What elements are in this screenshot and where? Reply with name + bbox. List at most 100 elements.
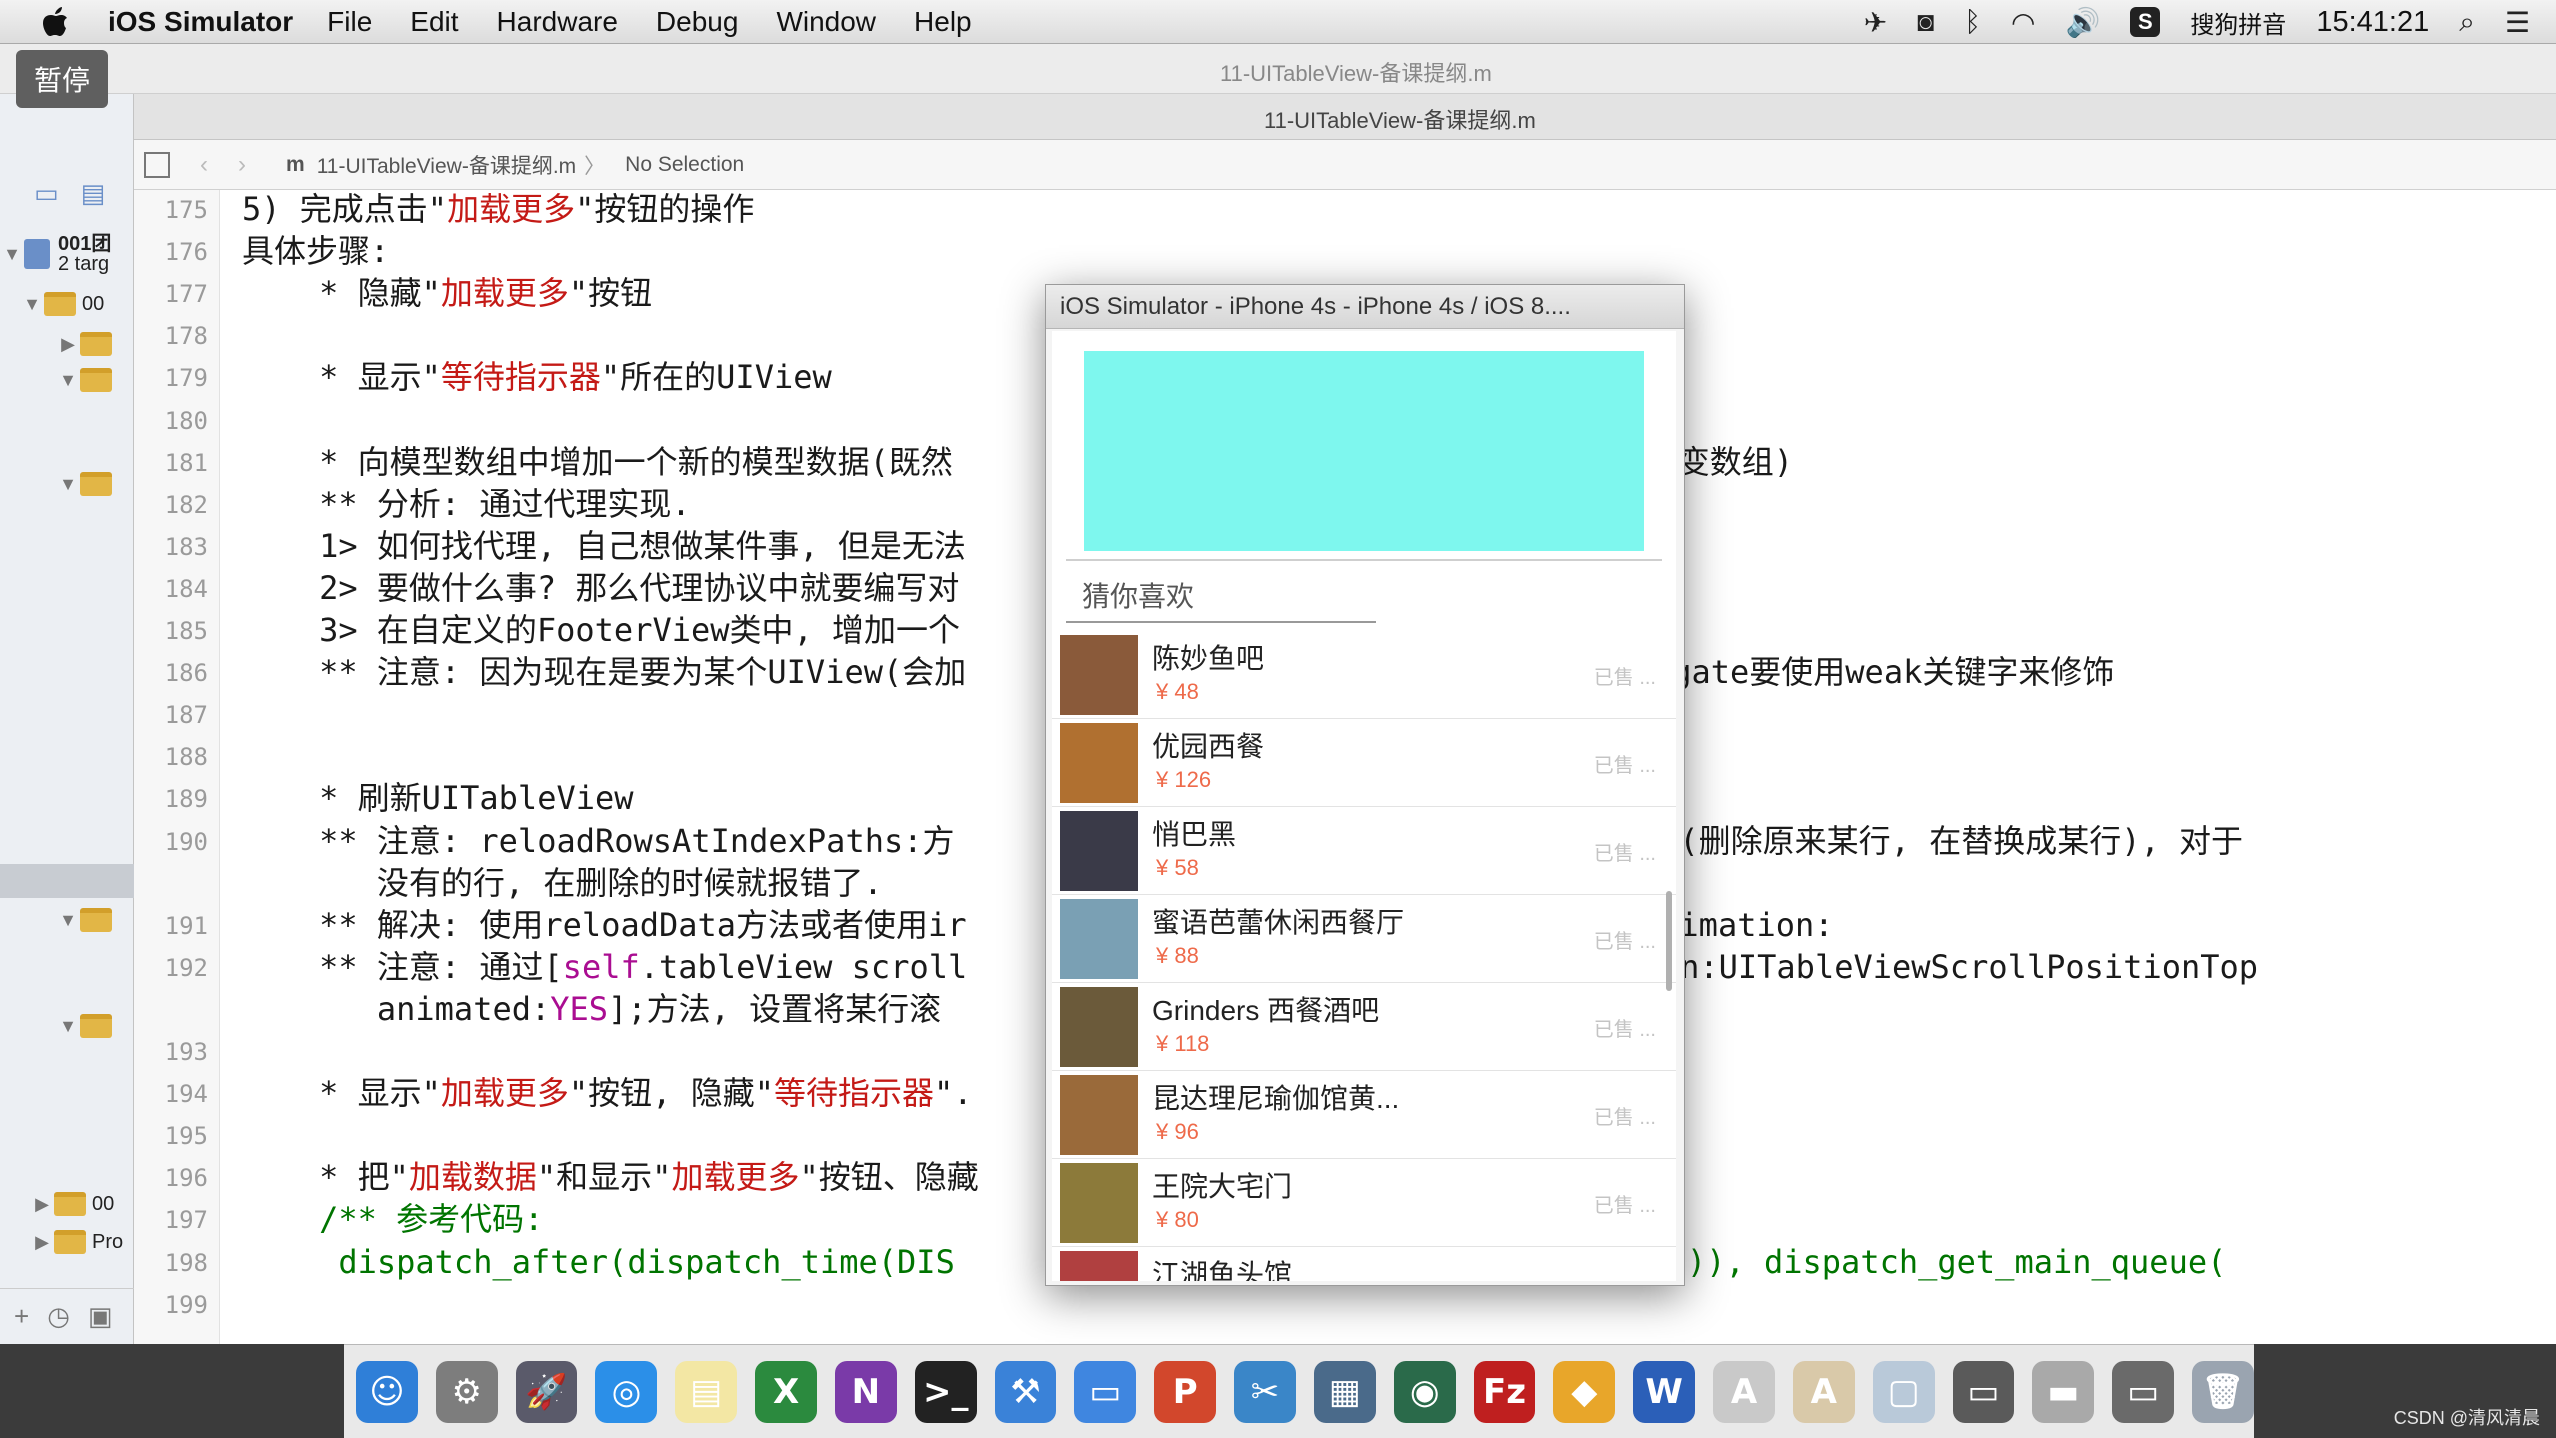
line-number: 198: [164, 1248, 208, 1277]
simulator-screen[interactable]: 猜你喜欢 陈妙鱼吧 ¥ 48 已售 ... 优园西餐 ¥ 126 已售 ... 悄巴黑 ¥ 5…: [1052, 331, 1676, 1281]
input-method-label[interactable]: 搜狗拼音: [2190, 5, 2286, 40]
volume-icon[interactable]: 🔊: [2065, 6, 2100, 39]
table-row[interactable]: 悄巴黑 ¥ 58 已售 ...: [1052, 807, 1676, 895]
pause-button[interactable]: 暂停: [16, 50, 108, 108]
code-token: self: [562, 947, 640, 986]
scrollbar[interactable]: [1666, 891, 1672, 991]
excel-icon[interactable]: X: [755, 1360, 817, 1423]
sketch-icon[interactable]: ◆: [1553, 1360, 1616, 1423]
hierarchy-navigator-icon[interactable]: ▤: [81, 178, 106, 214]
code-line: animated:YES];方法, 设置将某行滚: [242, 988, 941, 1030]
launchpad-icon[interactable]: 🚀: [515, 1360, 578, 1423]
snipping-tool-icon[interactable]: ✂: [1234, 1360, 1296, 1423]
group-row[interactable]: ▼: [0, 1006, 112, 1046]
trash-icon[interactable]: 🗑: [2192, 1360, 2254, 1423]
safari-icon[interactable]: ◎: [595, 1360, 658, 1423]
disclosure-triangle-icon[interactable]: ▶: [56, 334, 80, 355]
group-row[interactable]: ▶ 00: [0, 1184, 114, 1224]
screen-sharing-icon[interactable]: ▭: [1952, 1360, 2015, 1423]
folder-icon: [44, 292, 76, 316]
remote-desktop-icon[interactable]: ▭: [2112, 1360, 2175, 1423]
disclosure-triangle-icon[interactable]: ▼: [20, 294, 44, 315]
related-items-icon[interactable]: [144, 151, 170, 178]
finder-icon[interactable]: ☺: [356, 1360, 418, 1423]
filter-icon[interactable]: ▣: [88, 1301, 113, 1332]
breadcrumb-selection[interactable]: No Selection: [625, 153, 744, 177]
deal-title: 蜜语芭蕾休闲西餐厅: [1152, 907, 1405, 938]
bluetooth-icon[interactable]: ᛒ: [1964, 6, 1981, 38]
simulator-title-bar[interactable]: iOS Simulator - iPhone 4s - iPhone 4s / …: [1046, 285, 1684, 329]
menu-window[interactable]: Window: [776, 6, 876, 38]
disclosure-triangle-icon[interactable]: ▶: [30, 1232, 54, 1253]
project-row[interactable]: ▼ 001团 2 targ: [0, 234, 111, 274]
notes-icon[interactable]: ▤: [675, 1360, 738, 1423]
add-icon[interactable]: +: [14, 1301, 29, 1332]
filezilla-icon[interactable]: Fz: [1473, 1360, 1536, 1423]
apple-menu-icon[interactable]: [34, 0, 78, 44]
airplane-icon[interactable]: ✈: [1864, 6, 1887, 39]
code-token: 没有的行, 在删除的时候就报错了.: [242, 863, 883, 902]
folder-icon[interactable]: ▭: [1074, 1360, 1137, 1423]
line-number: 186: [164, 659, 208, 688]
forward-arrow-icon[interactable]: ›: [238, 151, 246, 179]
disclosure-triangle-icon[interactable]: ▶: [30, 1194, 54, 1215]
table-row[interactable]: 蜜语芭蕾休闲西餐厅 ¥ 88 已售 ...: [1052, 895, 1676, 983]
table-row[interactable]: Grinders 西餐酒吧 ¥ 118 已售 ...: [1052, 983, 1676, 1071]
deal-title: 陈妙鱼吧: [1152, 643, 1265, 674]
back-arrow-icon[interactable]: ‹: [200, 151, 208, 179]
terminal-icon[interactable]: >_: [914, 1360, 977, 1423]
system-preferences-icon[interactable]: ⚙: [435, 1360, 498, 1423]
xcode-icon[interactable]: ⚒: [994, 1360, 1057, 1423]
camera-icon[interactable]: ◙: [1917, 6, 1934, 38]
app-name-menu[interactable]: iOS Simulator: [108, 6, 293, 38]
group-row[interactable]: ▼: [0, 464, 112, 504]
disclosure-triangle-icon[interactable]: ▼: [0, 244, 24, 265]
font-book-icon[interactable]: A: [1713, 1360, 1775, 1423]
disk-icon[interactable]: ▬: [2032, 1360, 2095, 1423]
simulator-icon[interactable]: ▦: [1313, 1360, 1376, 1423]
ad-banner[interactable]: [1084, 351, 1644, 551]
group-row[interactable]: ▶: [0, 324, 112, 364]
notification-center-icon[interactable]: ☰: [2505, 6, 2530, 39]
menu-hardware[interactable]: Hardware: [497, 6, 618, 38]
table-row[interactable]: 昆达理尼瑜伽馆黄... ¥ 96 已售 ...: [1052, 1071, 1676, 1159]
editor-tab[interactable]: 11-UITableView-备课提纲.m: [1264, 103, 1536, 135]
desktop-background: [0, 1344, 344, 1438]
spotlight-search-icon[interactable]: ⌕: [2459, 6, 2475, 39]
ios-simulator-window[interactable]: iOS Simulator - iPhone 4s - iPhone 4s / …: [1045, 284, 1685, 1286]
wifi-icon[interactable]: ◠: [2011, 6, 2035, 39]
folder-navigator-icon[interactable]: ▭: [34, 178, 59, 214]
code-token: * 隐藏": [242, 274, 441, 313]
menu-file[interactable]: File: [327, 6, 372, 38]
recent-files-icon[interactable]: ◷: [47, 1301, 70, 1332]
menu-edit[interactable]: Edit: [410, 6, 458, 38]
code-line: * 隐藏"加载更多"按钮: [242, 272, 652, 314]
table-row[interactable]: 江湖鱼头馆: [1052, 1247, 1676, 1281]
table-row[interactable]: 王院大宅门 ¥ 80 已售 ...: [1052, 1159, 1676, 1247]
disclosure-triangle-icon[interactable]: ▼: [56, 910, 80, 931]
menu-debug[interactable]: Debug: [656, 6, 739, 38]
breadcrumb-file[interactable]: 11-UITableView-备课提纲.m: [317, 150, 576, 180]
onenote-icon[interactable]: N: [834, 1360, 897, 1423]
powerpoint-icon[interactable]: P: [1154, 1360, 1217, 1423]
disclosure-triangle-icon[interactable]: ▼: [56, 1016, 80, 1037]
deal-title: Grinders 西餐酒吧: [1152, 995, 1380, 1026]
code-line: 3> 在自定义的FooterView类中, 增加一个: [242, 609, 960, 651]
preview-icon[interactable]: ▢: [1872, 1360, 1935, 1423]
group-row[interactable]: ▼: [0, 900, 112, 940]
menu-clock[interactable]: 15:41:21: [2316, 6, 2429, 39]
group-row[interactable]: ▼: [0, 360, 112, 400]
menu-help[interactable]: Help: [914, 6, 972, 38]
word-icon[interactable]: W: [1633, 1360, 1696, 1423]
disclosure-triangle-icon[interactable]: ▼: [56, 370, 80, 391]
textedit-icon[interactable]: A: [1792, 1360, 1855, 1423]
group-row[interactable]: ▶ Pro: [0, 1222, 123, 1262]
disclosure-triangle-icon[interactable]: ▼: [56, 474, 80, 495]
line-number: 193: [164, 1038, 208, 1066]
network-icon[interactable]: ◉: [1393, 1360, 1456, 1423]
table-row[interactable]: 优园西餐 ¥ 126 已售 ...: [1052, 719, 1676, 807]
group-row[interactable]: ▼ 00: [0, 284, 104, 324]
sogou-ime-icon[interactable]: S: [2130, 7, 2161, 37]
project-targets: 2 targ: [58, 253, 110, 275]
table-row[interactable]: 陈妙鱼吧 ¥ 48 已售 ...: [1052, 631, 1676, 719]
